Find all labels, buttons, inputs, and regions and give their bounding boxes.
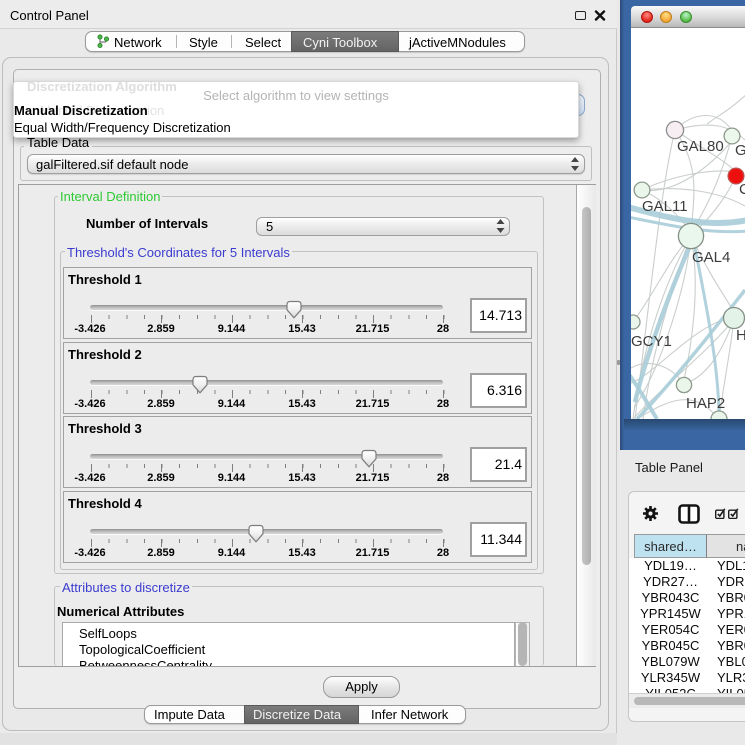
svg-text:H: H: [736, 327, 745, 344]
svg-text:G: G: [735, 142, 745, 159]
svg-text:GAL11: GAL11: [642, 198, 688, 215]
svg-text:C: C: [739, 181, 745, 198]
svg-text:GAL4: GAL4: [692, 249, 730, 266]
svg-text:HAP2: HAP2: [686, 395, 725, 412]
svg-text:GAL80: GAL80: [677, 138, 724, 155]
svg-text:GCY1: GCY1: [631, 333, 672, 350]
